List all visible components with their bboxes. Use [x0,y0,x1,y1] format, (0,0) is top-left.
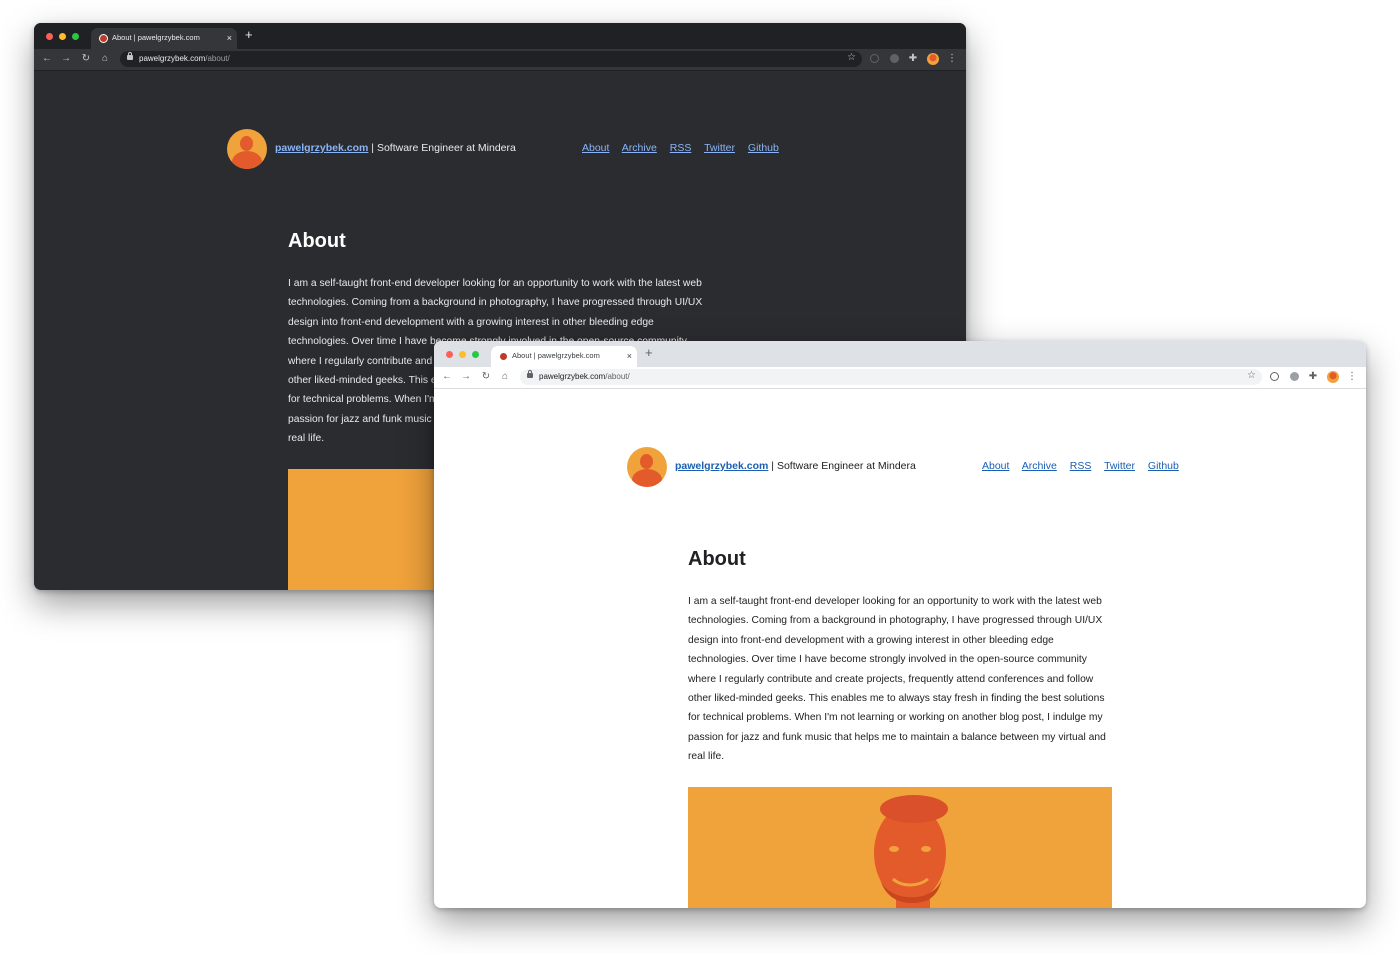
reload-icon[interactable]: ↻ [480,370,492,384]
bookmark-star-icon[interactable]: ☆ [847,52,856,63]
nav-link-github[interactable]: Github [1148,460,1179,472]
site-title-line: pawelgrzybek.com | Software Engineer at … [675,460,916,472]
site-nav: About Archive RSS Twitter Github [982,460,1189,472]
back-arrow-icon[interactable]: ← [41,52,53,66]
profile-avatar-icon[interactable] [927,53,939,65]
menu-dots-icon[interactable]: ⋮ [946,52,958,66]
portrait-illustration [874,795,948,908]
site-home-link[interactable]: pawelgrzybek.com [675,460,768,472]
new-tab-icon[interactable]: + [245,27,253,43]
forward-arrow-icon[interactable]: → [60,52,72,66]
address-url: pawelgrzybek.com/about/ [539,372,630,381]
avatar [627,447,667,487]
puzzle-extensions-icon[interactable]: ✚ [907,52,919,66]
site-home-link[interactable]: pawelgrzybek.com [275,142,368,154]
nav-link-rss[interactable]: RSS [670,142,692,154]
tab-title: About | pawelgrzybek.com [512,351,600,360]
maximize-window-button[interactable] [472,351,479,358]
page-content: pawelgrzybek.com | Software Engineer at … [434,389,1366,908]
extension-icon[interactable] [1290,372,1299,381]
lock-icon [527,370,533,378]
nav-link-github[interactable]: Github [748,142,779,154]
info-extension-icon[interactable] [1270,372,1279,381]
forward-arrow-icon[interactable]: → [460,370,472,384]
nav-link-about[interactable]: About [982,460,1009,472]
new-tab-icon[interactable]: + [645,345,653,361]
back-arrow-icon[interactable]: ← [441,370,453,384]
hero-image [688,787,1112,908]
favicon-icon [499,352,508,361]
address-bar[interactable]: pawelgrzybek.com/about/ ☆ [120,51,862,67]
nav-link-rss[interactable]: RSS [1070,460,1092,472]
close-window-button[interactable] [46,33,53,40]
tab-title: About | pawelgrzybek.com [112,33,200,42]
close-window-button[interactable] [446,351,453,358]
home-icon[interactable]: ⌂ [99,52,111,66]
nav-link-twitter[interactable]: Twitter [1104,460,1135,472]
puzzle-extensions-icon[interactable]: ✚ [1307,370,1319,384]
browser-tab[interactable]: About | pawelgrzybek.com × [491,346,637,367]
info-extension-icon[interactable] [870,54,879,63]
tab-strip: About | pawelgrzybek.com × + [434,341,1366,367]
site-title-line: pawelgrzybek.com | Software Engineer at … [275,142,516,154]
extension-icon[interactable] [890,54,899,63]
nav-link-twitter[interactable]: Twitter [704,142,735,154]
reload-icon[interactable]: ↻ [80,52,92,66]
browser-tab[interactable]: About | pawelgrzybek.com × [91,28,237,49]
browser-toolbar: ← → ↻ ⌂ pawelgrzybek.com/about/ ☆ ✚ ⋮ [34,49,966,71]
tab-close-icon[interactable]: × [227,31,232,45]
page-title: About [688,548,746,570]
home-icon[interactable]: ⌂ [499,370,511,384]
nav-link-archive[interactable]: Archive [622,142,657,154]
lock-icon [127,52,133,60]
menu-dots-icon[interactable]: ⋮ [1346,370,1358,384]
bookmark-star-icon[interactable]: ☆ [1247,370,1256,381]
nav-link-archive[interactable]: Archive [1022,460,1057,472]
site-nav: About Archive RSS Twitter Github [582,142,789,154]
site-tagline: | Software Engineer at Mindera [371,142,516,154]
nav-link-about[interactable]: About [582,142,609,154]
browser-window-light: About | pawelgrzybek.com × + ← → ↻ ⌂ paw… [434,341,1366,908]
tab-close-icon[interactable]: × [627,349,632,363]
page-title: About [288,230,346,252]
browser-toolbar: ← → ↻ ⌂ pawelgrzybek.com/about/ ☆ ✚ ⋮ [434,367,1366,389]
site-header: pawelgrzybek.com | Software Engineer at … [227,129,787,169]
about-paragraph: I am a self-taught front-end developer l… [688,596,1106,763]
maximize-window-button[interactable] [72,33,79,40]
minimize-window-button[interactable] [459,351,466,358]
avatar [227,129,267,169]
article: About I am a self-taught front-end devel… [688,547,1118,767]
site-header: pawelgrzybek.com | Software Engineer at … [627,447,1187,487]
site-tagline: | Software Engineer at Mindera [771,460,916,472]
tab-strip: About | pawelgrzybek.com × + [34,23,966,49]
profile-avatar-icon[interactable] [1327,371,1339,383]
address-url: pawelgrzybek.com/about/ [139,54,230,63]
favicon-icon [99,34,108,43]
minimize-window-button[interactable] [59,33,66,40]
address-bar[interactable]: pawelgrzybek.com/about/ ☆ [520,369,1262,385]
